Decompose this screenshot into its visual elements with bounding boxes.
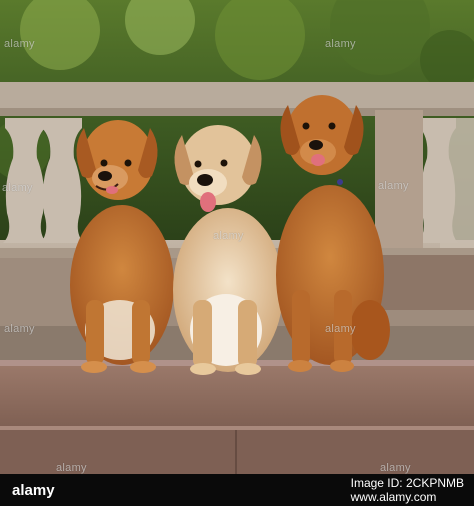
photo-three-golden-retrievers: alamy alamy alamy alamy alamy alamy alam… bbox=[0, 0, 474, 474]
image-id-value: 2CKPNMB bbox=[405, 476, 464, 490]
image-id-line: Image ID: 2CKPNMB bbox=[351, 476, 464, 490]
alamy-footer-bar: alamy Image ID: 2CKPNMB www.alamy.com bbox=[0, 474, 474, 506]
balustrade-rail bbox=[0, 82, 474, 110]
site-url[interactable]: www.alamy.com bbox=[351, 490, 464, 504]
image-id-block: Image ID: 2CKPNMB www.alamy.com bbox=[351, 476, 464, 504]
alamy-logo[interactable]: alamy bbox=[12, 482, 55, 499]
upper-step bbox=[0, 362, 474, 432]
watermark-text: alamy bbox=[325, 323, 356, 335]
watermark-text: alamy bbox=[2, 182, 33, 194]
watermark-text: alamy bbox=[4, 38, 35, 50]
image-id-label: Image ID: bbox=[350, 476, 403, 490]
watermark-text: alamy bbox=[213, 230, 244, 242]
stock-photo-frame: alamy alamy alamy alamy alamy alamy alam… bbox=[0, 0, 474, 506]
watermark-text: alamy bbox=[4, 323, 35, 335]
watermark-text: alamy bbox=[56, 462, 87, 474]
watermark-text: alamy bbox=[325, 38, 356, 50]
watermark-text: alamy bbox=[380, 462, 411, 474]
watermark-text: alamy bbox=[378, 180, 409, 192]
